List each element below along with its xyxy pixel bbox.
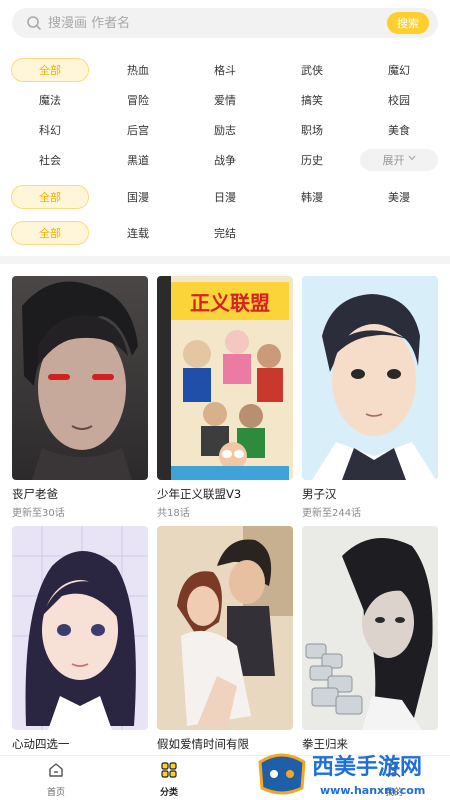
genre-chip[interactable]: 格斗 xyxy=(186,58,264,82)
comic-title[interactable]: 男子汉 xyxy=(302,486,438,502)
comic-card[interactable]: 男子汉 更新至244话 xyxy=(302,276,438,519)
grid-icon xyxy=(161,762,177,781)
comic-cover[interactable] xyxy=(12,526,148,730)
watermark-url: www.hanxm.com xyxy=(320,784,425,797)
chevron-down-icon xyxy=(408,154,416,164)
genre-filter-row-1: 全部 热血 格斗 武侠 魔幻 xyxy=(0,58,450,82)
region-chip-all[interactable]: 全部 xyxy=(11,185,89,209)
gamepad-logo-icon xyxy=(258,753,306,795)
genre-chip-all[interactable]: 全部 xyxy=(11,58,89,82)
status-chip-all[interactable]: 全部 xyxy=(11,221,89,245)
comic-update: 更新至244话 xyxy=(302,508,362,519)
genre-chip[interactable]: 职场 xyxy=(273,118,351,142)
watermark: 西美手游网 www.hanxm.com xyxy=(252,740,450,800)
watermark-brand: 西美手游网 xyxy=(312,754,422,780)
genre-filter-row-2: 魔法 冒险 爱情 搞笑 校园 xyxy=(0,88,450,112)
genre-filter-row-4: 社会 黑道 战争 历史 展开 xyxy=(0,148,450,172)
comic-cover[interactable] xyxy=(302,526,438,730)
comic-cover[interactable]: 正义联盟 xyxy=(157,276,293,480)
section-divider xyxy=(0,256,450,264)
nav-home[interactable]: 首页 xyxy=(26,762,86,798)
region-chip[interactable]: 日漫 xyxy=(186,185,264,209)
comic-cover[interactable] xyxy=(157,526,293,730)
genre-chip[interactable]: 科幻 xyxy=(11,118,89,142)
status-filter-row: 全部 连载 完结 xyxy=(0,221,450,245)
genre-chip[interactable]: 励志 xyxy=(186,118,264,142)
comic-card[interactable]: 假如爱情时间有限 xyxy=(157,526,293,754)
comic-card[interactable]: 丧尸老爸 更新至30话 xyxy=(12,276,148,519)
genre-chip[interactable]: 魔法 xyxy=(11,88,89,112)
comic-title[interactable]: 少年正义联盟V3 xyxy=(157,486,293,502)
comic-update: 更新至30话 xyxy=(12,508,65,519)
genre-chip[interactable]: 美食 xyxy=(360,118,438,142)
region-chip[interactable]: 韩漫 xyxy=(273,185,351,209)
region-chip[interactable]: 美漫 xyxy=(360,185,438,209)
home-icon xyxy=(48,762,64,781)
nav-category-label: 分类 xyxy=(159,788,178,798)
expand-label: 展开 xyxy=(382,154,405,167)
status-chip[interactable]: 完结 xyxy=(186,221,264,245)
region-filter-row: 全部 国漫 日漫 韩漫 美漫 xyxy=(0,185,450,209)
search-bar[interactable]: 搜索 xyxy=(12,8,438,38)
search-icon xyxy=(26,15,42,31)
genre-chip[interactable]: 冒险 xyxy=(99,88,177,112)
status-chip[interactable]: 连载 xyxy=(99,221,177,245)
genre-chip[interactable]: 战争 xyxy=(186,148,264,172)
genre-chip[interactable]: 后宫 xyxy=(99,118,177,142)
comic-cover[interactable] xyxy=(12,276,148,480)
genre-chip[interactable]: 黑道 xyxy=(99,148,177,172)
genre-filter-row-3: 科幻 后宫 励志 职场 美食 xyxy=(0,118,450,142)
search-button[interactable]: 搜索 xyxy=(387,12,429,34)
search-input[interactable] xyxy=(48,15,387,31)
cover-title-text: 正义联盟 xyxy=(190,291,270,315)
comic-title[interactable]: 丧尸老爸 xyxy=(12,486,148,502)
comic-card[interactable]: 心动四选一 xyxy=(12,526,148,754)
comic-update: 共18话 xyxy=(157,508,190,519)
genre-chip[interactable]: 魔幻 xyxy=(360,58,438,82)
genre-chip[interactable]: 搞笑 xyxy=(273,88,351,112)
genre-chip[interactable]: 社会 xyxy=(11,148,89,172)
expand-button[interactable]: 展开 xyxy=(360,149,438,171)
comic-card[interactable]: 正义联盟 少年正义联盟V3 共18话 xyxy=(157,276,293,519)
comic-cover[interactable] xyxy=(302,276,438,480)
genre-chip[interactable]: 武侠 xyxy=(273,58,351,82)
nav-home-label: 首页 xyxy=(46,788,65,798)
region-chip[interactable]: 国漫 xyxy=(99,185,177,209)
comic-title[interactable]: 心动四选一 xyxy=(12,736,148,752)
genre-chip[interactable]: 热血 xyxy=(99,58,177,82)
nav-category[interactable]: 分类 xyxy=(139,762,199,798)
genre-chip[interactable]: 校园 xyxy=(360,88,438,112)
comic-card[interactable]: 拳王归来 xyxy=(302,526,438,754)
genre-chip[interactable]: 爱情 xyxy=(186,88,264,112)
genre-chip[interactable]: 历史 xyxy=(273,148,351,172)
